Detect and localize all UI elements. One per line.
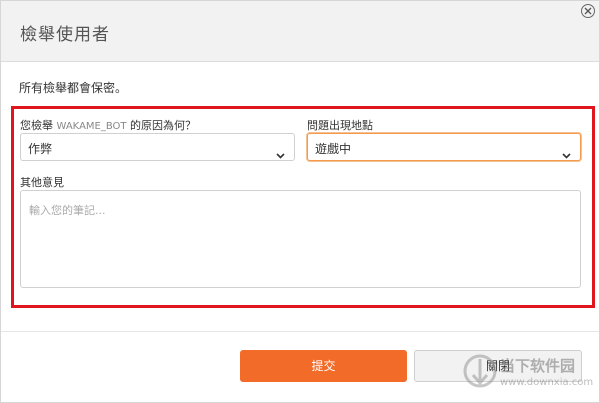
chevron-down-icon	[562, 144, 571, 163]
comments-label: 其他意見	[20, 176, 64, 189]
watermark: 当下软件园 www.downxia.com	[463, 351, 597, 397]
reason-label: 您檢舉 WAKAME_BOT 的原因為何？	[20, 117, 196, 133]
reason-select-value: 作弊	[28, 142, 53, 156]
reason-label-suffix: 的原因為何？	[130, 119, 197, 132]
reason-select[interactable]: 作弊	[20, 133, 295, 161]
watermark-text: 当下软件园	[500, 357, 576, 375]
reason-label-prefix: 您檢舉	[20, 119, 53, 132]
confidential-notice: 所有檢舉都會保密。	[19, 81, 128, 95]
close-icon[interactable]	[581, 4, 595, 18]
dialog-title: 檢舉使用者	[20, 25, 110, 45]
location-select[interactable]: 遊戲中	[307, 133, 581, 161]
location-select-value: 遊戲中	[315, 142, 352, 156]
report-user-dialog: 檢舉使用者 所有檢舉都會保密。 您檢舉 WAKAME_BOT 的原因為何？ 作弊…	[0, 0, 600, 403]
watermark-logo-icon	[463, 354, 497, 388]
location-label: 問題出現地點	[307, 119, 373, 132]
watermark-url: www.downxia.com	[500, 377, 594, 388]
comments-textarea[interactable]: 輸入您的筆記...	[20, 190, 581, 288]
comments-placeholder: 輸入您的筆記...	[29, 204, 106, 217]
reported-username: WAKAME_BOT	[56, 121, 127, 132]
submit-button[interactable]: 提交	[240, 350, 407, 382]
dialog-header: 檢舉使用者	[1, 1, 599, 62]
footer-divider	[1, 331, 599, 332]
chevron-down-icon	[276, 144, 285, 163]
